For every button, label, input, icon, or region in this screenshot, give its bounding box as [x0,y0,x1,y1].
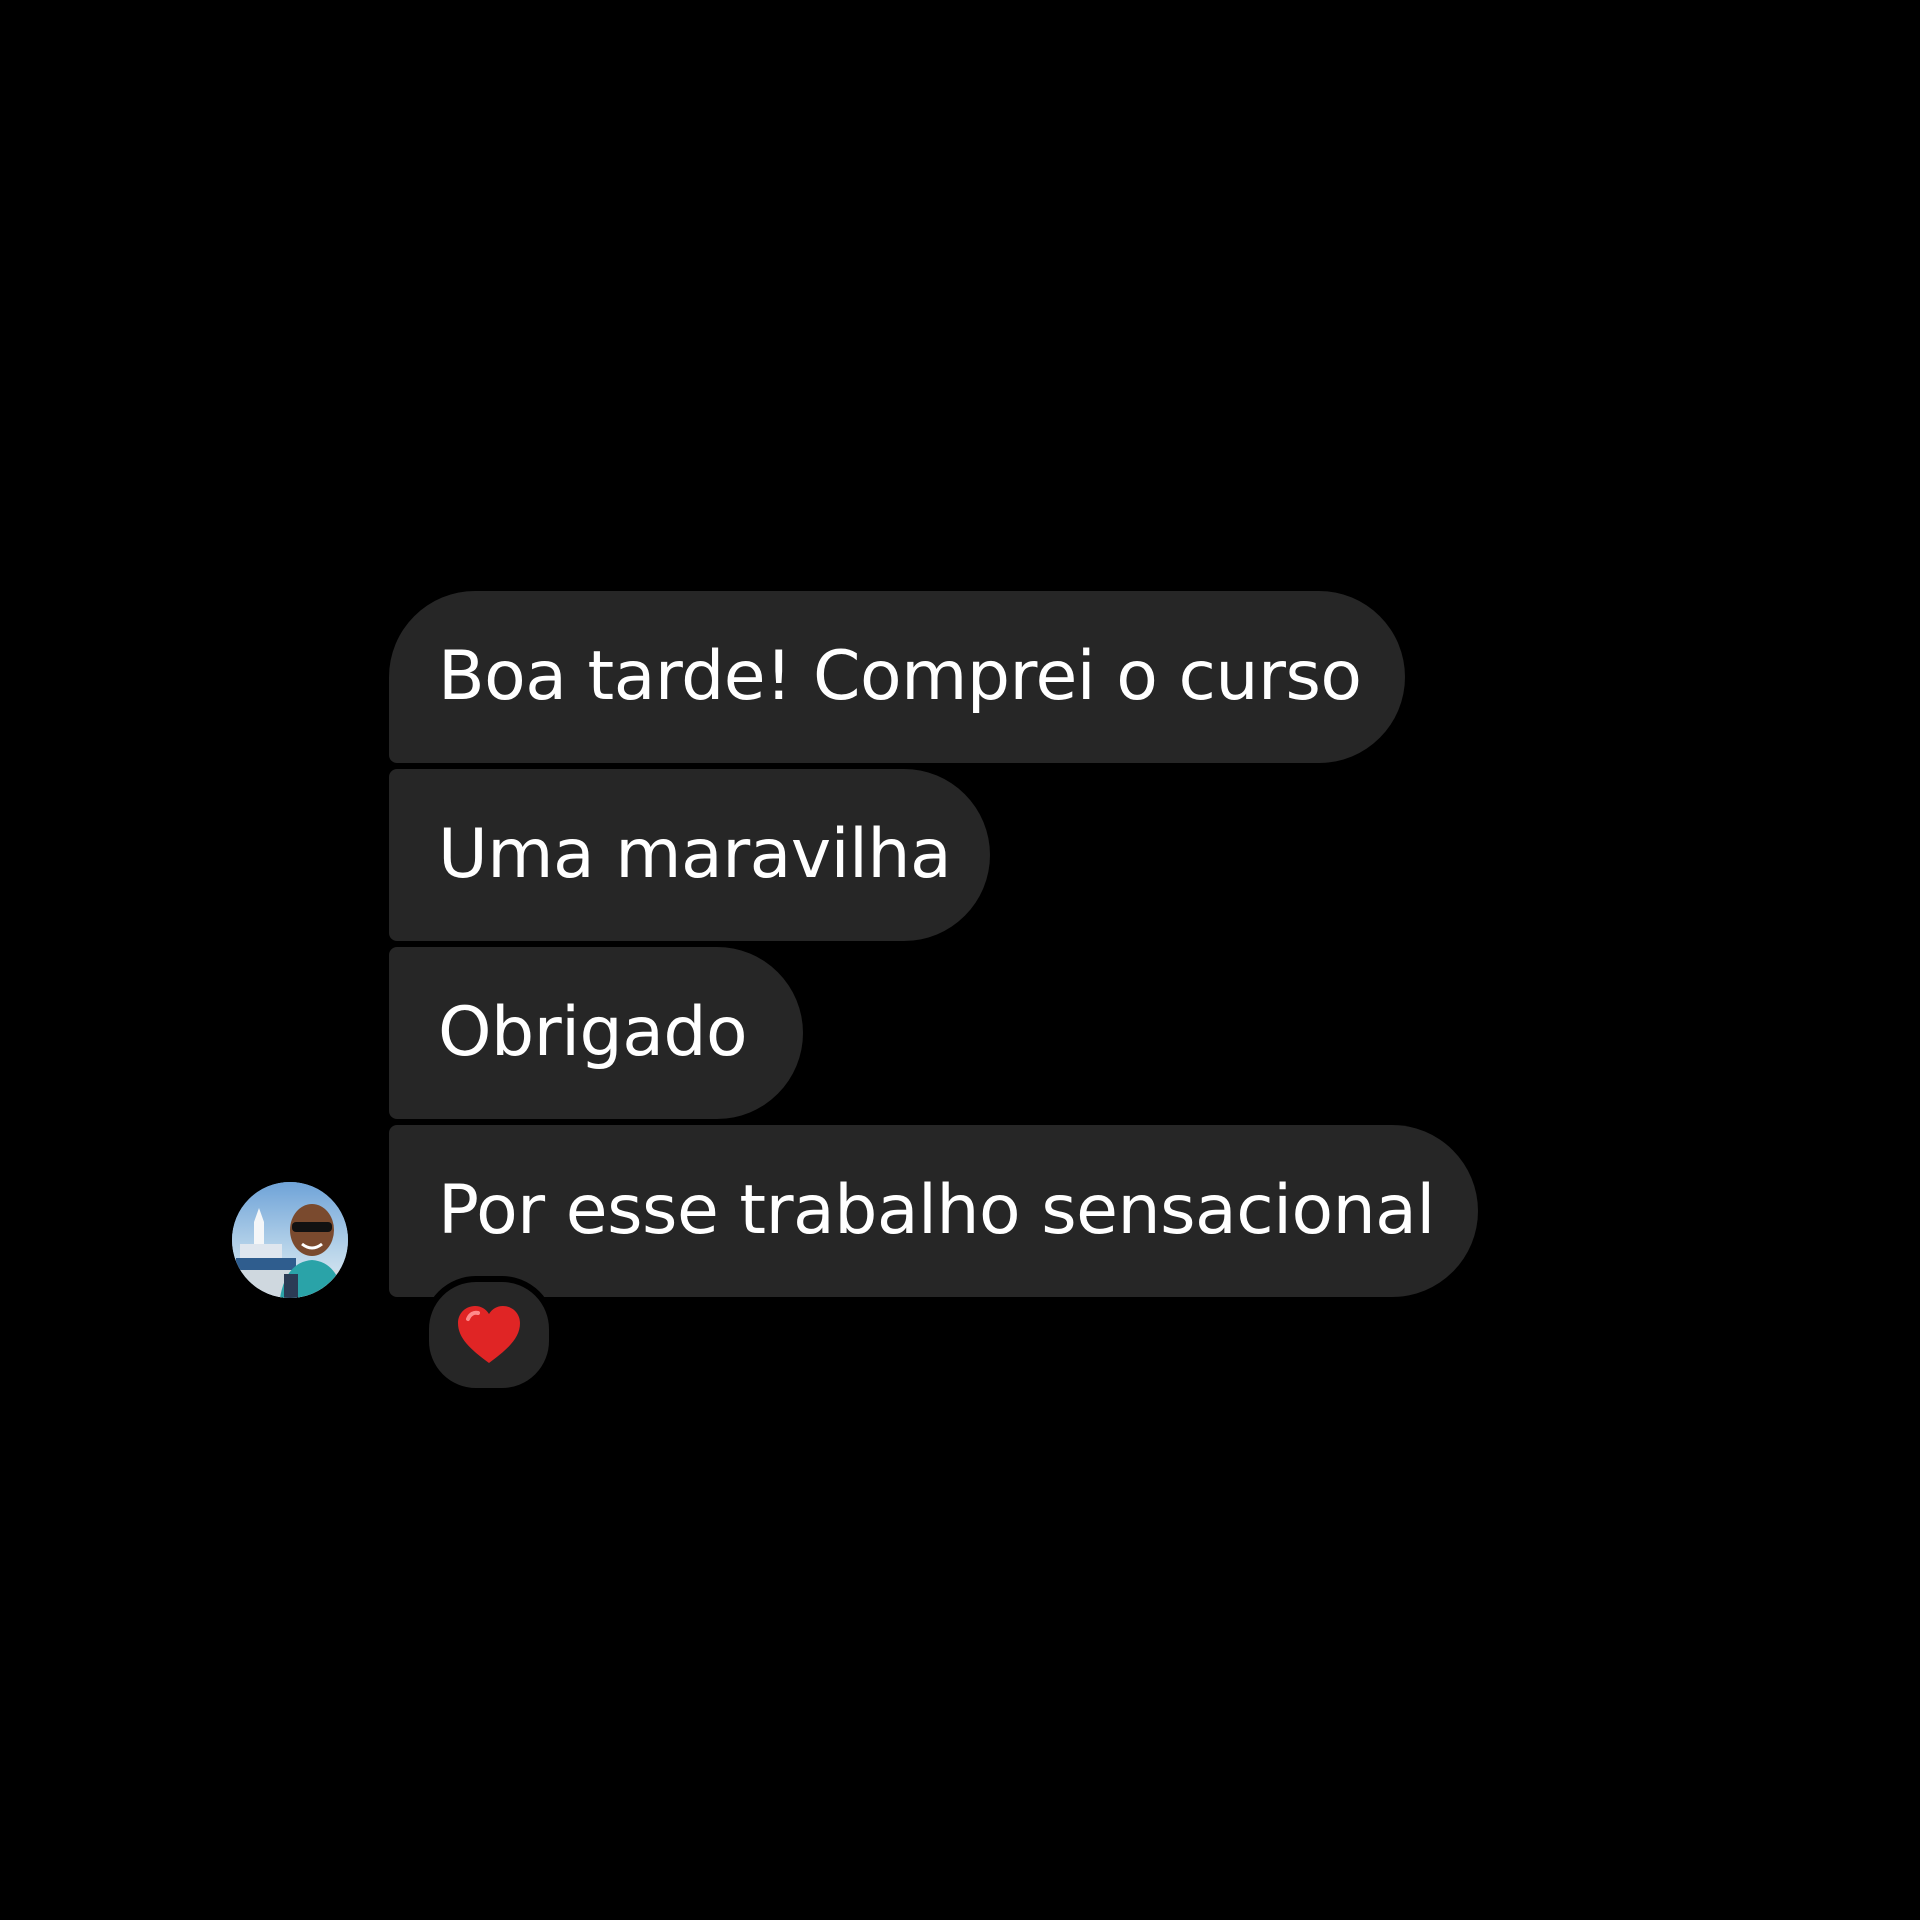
user-photo [232,1182,348,1298]
heart-icon [458,1306,520,1363]
message-bubble-2[interactable]: Uma maravilha [389,769,990,941]
message-bubble-3[interactable]: Obrigado [389,947,803,1119]
message-bubble-1[interactable]: Boa tarde! Comprei o curso [389,591,1405,763]
avatar[interactable] [232,1182,348,1298]
reaction-badge[interactable] [423,1276,555,1394]
message-bubble-4[interactable]: Por esse trabalho sensacional [389,1125,1478,1297]
chat-screen: Boa tarde! Comprei o curso Uma maravilha… [0,0,1920,1920]
